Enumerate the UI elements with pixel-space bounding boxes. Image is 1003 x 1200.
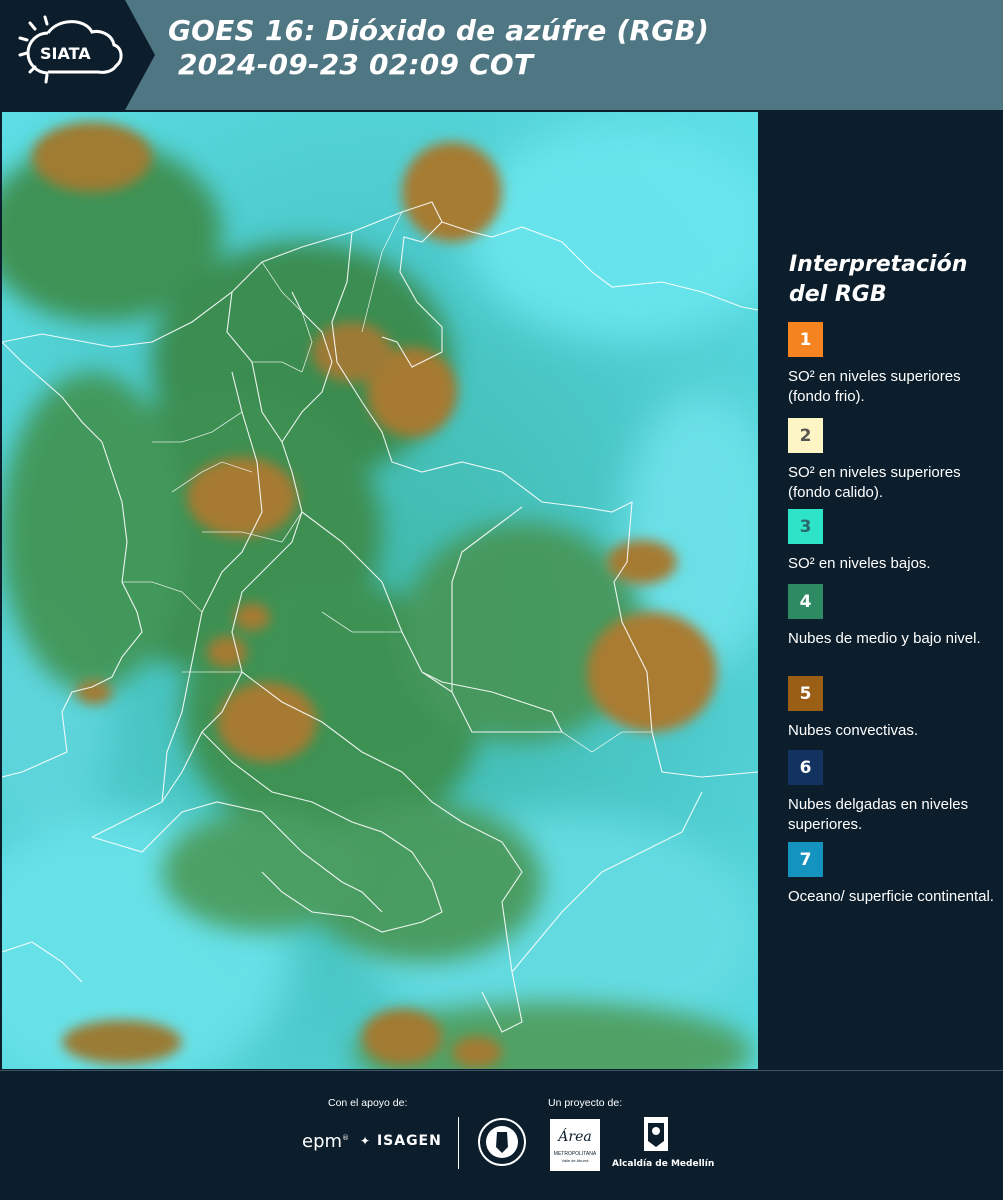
legend-panel: Interpretación del RGB 1 SO² en niveles … [758,110,1003,1070]
legend-number-1: 1 [799,329,812,350]
header-bar: SIATA GOES 16: Dióxido de azúfre (RGB) 2… [0,0,1003,110]
legend-number-3: 3 [799,516,812,537]
legend-swatch-3: 3 [788,509,823,544]
isagen-mark-icon: ✦ [360,1134,372,1148]
legend-swatch-4: 4 [788,584,823,619]
support-label: Con el apoyo de: [328,1097,408,1109]
area-logo-script: Área [558,1129,592,1145]
legend-item-4: 4 Nubes de medio y bajo nivel. [788,584,998,649]
isagen-logo: ✦ ISAGEN [360,1133,442,1149]
title-line-1: GOES 16: Dióxido de azúfre (RGB) [168,14,710,47]
legend-label-7: Oceano/ superficie continental. [788,888,994,905]
footer: Con el apoyo de: Un proyecto de: epm® ✦ … [0,1070,1003,1200]
siata-logo: SIATA [0,0,155,110]
legend-swatch-7: 7 [788,842,823,877]
legend-swatch-5: 5 [788,676,823,711]
legend-swatch-2: 2 [788,418,823,453]
legend-label-1: SO² en niveles superiores (fondo frio). [788,368,961,405]
legend-item-1: 1 SO² en niveles superiores (fondo frio)… [788,322,998,407]
alcaldia-shield-icon [642,1115,670,1160]
legend-label-6: Nubes delgadas en niveles superiores. [788,796,969,833]
satellite-map[interactable] [2,112,758,1069]
area-logo-sub: METROPOLITANA [553,1151,597,1157]
epm-logo-text: epm [302,1131,343,1152]
isagen-logo-text: ISAGEN [376,1133,442,1149]
legend-title-line-2: del RGB [789,282,887,307]
legend-item-3: 3 SO² en niveles bajos. [788,509,998,574]
legend-swatch-1: 1 [788,322,823,357]
legend-number-4: 4 [799,591,812,612]
legend-number-5: 5 [799,683,812,704]
area-logo-sub-2: Valle de Aburrá [561,1158,589,1163]
legend-number-6: 6 [799,757,812,778]
epm-logo: epm® [302,1131,350,1152]
page-title: GOES 16: Dióxido de azúfre (RGB) 2024-09… [168,14,709,82]
legend-label-4: Nubes de medio y bajo nivel. [788,630,981,647]
legend-item-7: 7 Oceano/ superficie continental. [788,842,998,907]
legend-item-2: 2 SO² en niveles superiores (fondo calid… [788,418,998,503]
legend-title: Interpretación del RGB [789,250,967,310]
legend-swatch-6: 6 [788,750,823,785]
legend-label-2: SO² en niveles superiores (fondo calido)… [788,464,961,501]
project-label: Un proyecto de: [548,1097,623,1109]
legend-item-5: 5 Nubes convectivas. [788,676,998,741]
legend-number-2: 2 [799,425,812,446]
siata-logo-text: SIATA [40,44,91,63]
medellin-seal-icon [477,1117,527,1172]
legend-title-line-1: Interpretación [789,252,968,277]
legend-number-7: 7 [799,849,812,870]
legend-label-5: Nubes convectivas. [788,722,919,739]
alcaldia-label: Alcaldía de Medellín [612,1159,715,1169]
title-line-2: 2024-09-23 02:09 COT [178,48,534,81]
area-metropolitana-logo: Área METROPOLITANA Valle de Aburrá [550,1119,600,1171]
legend-item-6: 6 Nubes delgadas en niveles superiores. [788,750,998,835]
footer-divider [458,1117,459,1169]
legend-label-3: SO² en niveles bajos. [788,555,931,572]
